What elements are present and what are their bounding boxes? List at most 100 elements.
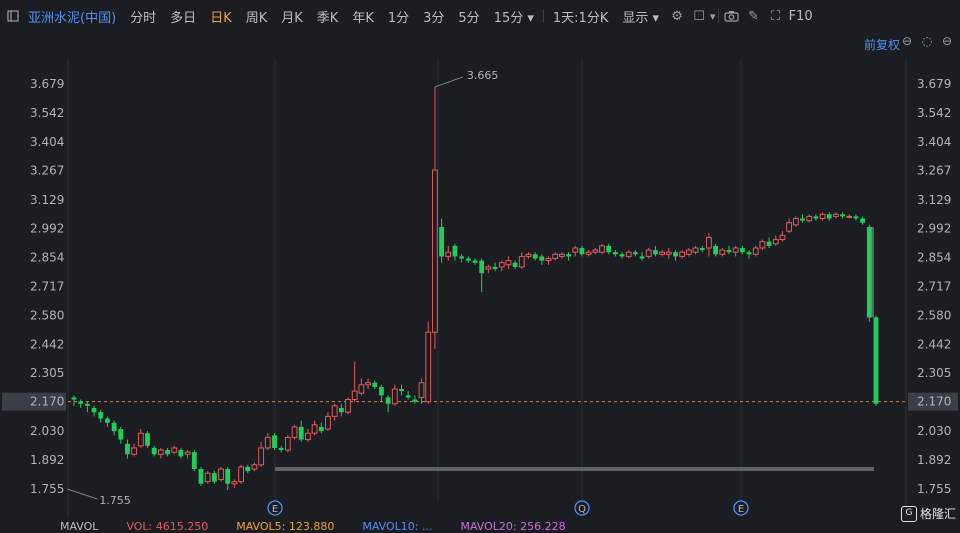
- price-tick-label: 1.892: [917, 453, 951, 467]
- candle-body-down: [673, 252, 678, 257]
- current-price-label: 2.170: [917, 395, 951, 409]
- candle-body-down: [612, 252, 618, 255]
- candle-body-down: [459, 256, 465, 259]
- candle-body-up: [679, 251, 686, 257]
- candle-body-up: [238, 466, 244, 483]
- candle-body-down: [619, 254, 625, 257]
- candle-body-down: [272, 435, 277, 448]
- candle-body-down: [439, 226, 444, 257]
- candle-body-down: [699, 247, 705, 251]
- candle-body-down: [98, 412, 104, 419]
- candle-body-up: [425, 331, 432, 403]
- candle-body-up: [391, 388, 398, 405]
- price-tick-label: 2.442: [917, 337, 951, 351]
- plot-area: [68, 58, 906, 518]
- candlestick-chart[interactable]: 3.679 3.542 3.404 3.267 3.129 2.992 2.854 2.717…: [0, 0, 960, 528]
- candle-body-down: [399, 389, 404, 392]
- candle-body-up: [264, 436, 271, 449]
- candle-body-down: [191, 452, 197, 470]
- price-tick-label: 3.679: [30, 77, 64, 91]
- event-marker-label: Q: [578, 504, 586, 515]
- candle-body-down: [245, 466, 251, 472]
- candle-body-down: [145, 433, 150, 446]
- candle-body-down: [385, 397, 391, 404]
- candle-body-up: [498, 262, 505, 268]
- candle-body-down: [298, 426, 304, 440]
- candle-body-down: [746, 252, 752, 255]
- candle-body-up: [706, 236, 712, 249]
- candle-body-up: [258, 447, 265, 466]
- candle-body-up: [806, 215, 813, 222]
- candle-body-up: [545, 258, 552, 262]
- volume-legend: MAVOL VOL: 4615.250 MAVOL5: 123.880 MAVOL10…: [60, 520, 566, 533]
- candle-body-down: [860, 218, 866, 223]
- candle-body-down: [151, 447, 157, 455]
- candle-body-up: [171, 447, 178, 453]
- candle-body-up: [505, 260, 512, 266]
- candle-body-down: [739, 247, 745, 253]
- logo-text: 格隆汇: [919, 507, 956, 521]
- price-tick-label: 3.267: [917, 164, 951, 178]
- candle-body-down: [512, 262, 518, 267]
- candle-body-down: [125, 443, 130, 455]
- candle-body-up: [665, 251, 672, 255]
- price-tick-label: 3.404: [30, 135, 64, 149]
- candle-body-up: [786, 222, 793, 232]
- candle-body-up: [358, 384, 365, 394]
- candle-body-up: [752, 247, 759, 255]
- price-tick-label: 3.129: [30, 193, 64, 207]
- candle-body-up: [759, 241, 766, 249]
- candle-body-up: [832, 213, 839, 217]
- price-tick-label: 1.892: [30, 453, 64, 467]
- candle-body-up: [819, 213, 826, 220]
- candle-body-up: [525, 253, 532, 257]
- candle-body-up: [792, 218, 799, 226]
- price-tick-label: 2.305: [30, 366, 64, 380]
- candle-body-up: [846, 215, 853, 218]
- candle-body-up: [157, 449, 164, 455]
- candle-body-down: [866, 226, 872, 318]
- volume-legend-item: MAVOL5: 123.880: [236, 520, 335, 533]
- candle-body-down: [71, 397, 77, 400]
- price-tick-label: 2.030: [917, 424, 951, 438]
- candle-body-up: [719, 249, 726, 255]
- candle-body-up: [572, 247, 579, 253]
- candle-body-up: [692, 247, 699, 253]
- candle-body-down: [198, 469, 204, 484]
- candle-body-up: [592, 249, 599, 253]
- candle-body-down: [178, 450, 184, 457]
- candle-body-up: [558, 253, 565, 257]
- candle-body-down: [653, 250, 658, 255]
- candle-body-up: [331, 405, 338, 417]
- price-tick-label: 2.580: [917, 308, 951, 322]
- candle-body-down: [766, 241, 772, 246]
- price-tick-label: 2.717: [917, 280, 951, 294]
- candle-body-down: [853, 216, 859, 219]
- candle-body-down: [873, 317, 879, 404]
- candle-body-up: [585, 251, 592, 255]
- candle-body-up: [204, 472, 211, 483]
- candle-body-up: [325, 415, 331, 430]
- volume-legend-item: MAVOL10: ...: [362, 520, 433, 533]
- candle-body-up: [345, 399, 351, 413]
- brand-logo: G 格隆汇: [900, 505, 956, 522]
- candle-body-down: [639, 256, 645, 259]
- candle-body-down: [78, 401, 84, 404]
- candle-body-down: [840, 214, 845, 217]
- candle-body-down: [726, 250, 732, 253]
- event-marker-label: E: [272, 504, 278, 515]
- price-tick-label: 3.542: [917, 106, 951, 120]
- candle-body-down: [532, 254, 538, 259]
- price-tick-label: 1.755: [30, 482, 64, 496]
- candle-body-down: [84, 403, 90, 406]
- candle-body-up: [732, 247, 739, 253]
- price-tick-label: 2.992: [30, 222, 64, 236]
- candle-body-down: [91, 407, 97, 413]
- price-tick-label: 3.542: [30, 106, 64, 120]
- candle-body-down: [211, 473, 217, 482]
- candle-body-up: [485, 266, 492, 270]
- candle-body-up: [218, 468, 224, 481]
- price-tick-label: 2.580: [30, 308, 64, 322]
- candle-body-down: [338, 407, 344, 413]
- candle-body-up: [131, 447, 138, 455]
